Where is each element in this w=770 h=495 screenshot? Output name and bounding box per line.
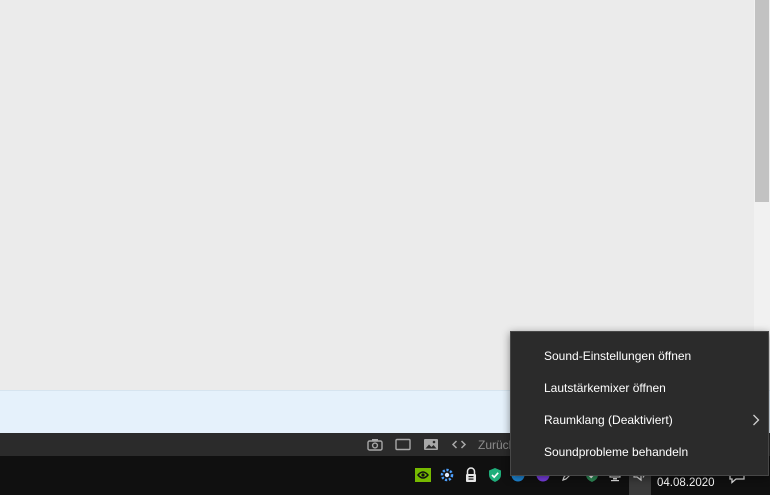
menu-item-spatial-sound[interactable]: Raumklang (Deaktiviert) bbox=[511, 404, 768, 436]
image-icon[interactable] bbox=[423, 437, 439, 452]
tray-date[interactable]: 04.08.2020 bbox=[657, 477, 715, 489]
code-icon[interactable] bbox=[451, 437, 467, 452]
menu-item-label: Sound-Einstellungen öffnen bbox=[544, 349, 692, 363]
scrollbar-thumb[interactable] bbox=[755, 0, 769, 202]
shield-check-icon[interactable] bbox=[487, 467, 503, 483]
menu-item-label: Raumklang (Deaktiviert) bbox=[544, 413, 673, 427]
menu-item-troubleshoot[interactable]: Soundprobleme behandeln bbox=[511, 436, 768, 468]
menu-item-label: Lautstärkemixer öffnen bbox=[544, 381, 666, 395]
settings-gear-icon[interactable] bbox=[439, 467, 455, 483]
window-icon[interactable] bbox=[395, 437, 411, 452]
menu-item-sound-settings[interactable]: Sound-Einstellungen öffnen bbox=[511, 340, 768, 372]
nvidia-icon[interactable] bbox=[415, 467, 431, 483]
menu-item-label: Soundprobleme behandeln bbox=[544, 445, 689, 459]
menu-item-volume-mixer[interactable]: Lautstärkemixer öffnen bbox=[511, 372, 768, 404]
chevron-right-icon bbox=[752, 404, 760, 436]
camera-icon[interactable] bbox=[367, 437, 383, 452]
sound-context-menu: Sound-Einstellungen öffnen Lautstärkemix… bbox=[510, 331, 769, 476]
vpn-lock-icon[interactable] bbox=[463, 467, 479, 483]
